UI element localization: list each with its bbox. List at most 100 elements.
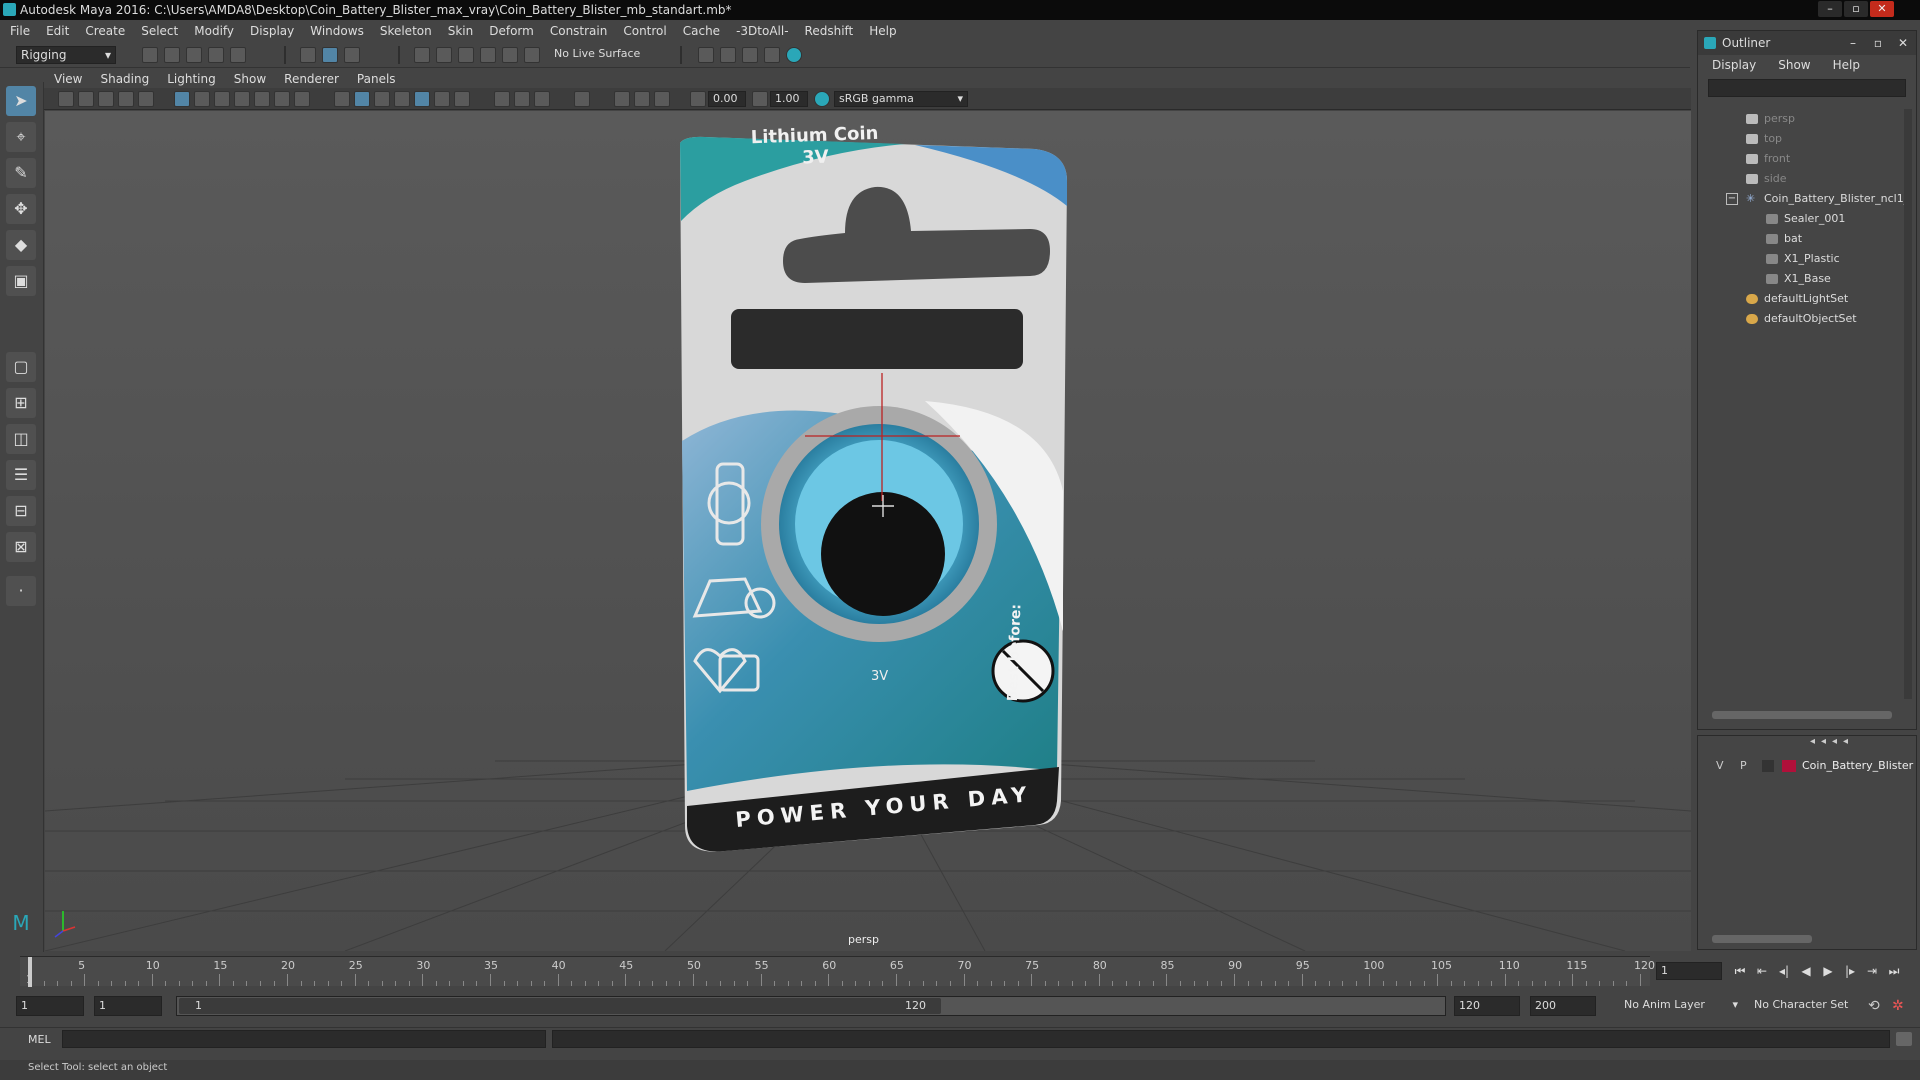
frame-all-icon[interactable] [614,91,630,107]
mode-selector[interactable]: Rigging ▾ [16,46,116,64]
textured-icon[interactable] [414,91,430,107]
perspective-viewport[interactable]: Lithium Coin 3V 3V Best before: POWER YO… [45,111,1691,951]
outliner-layout-icon[interactable]: ☰ [6,460,36,490]
snap-surface-icon[interactable] [502,47,518,63]
grease-pencil-icon[interactable] [138,91,154,107]
color-space-dropdown[interactable]: sRGB gamma ▾ [834,91,968,107]
outliner-item-side[interactable]: side [1708,169,1903,189]
select-tool-icon[interactable]: ➤ [6,86,36,116]
select-by-hierarchy-icon[interactable] [300,47,316,63]
xray-joints-icon[interactable] [514,91,530,107]
command-input[interactable] [62,1030,546,1048]
gamma-icon[interactable] [752,91,768,107]
outliner-item-front[interactable]: front [1708,149,1903,169]
single-perspective-layout-icon[interactable]: ▢ [6,352,36,382]
open-scene-icon[interactable] [164,47,180,63]
script-editor-icon[interactable] [1896,1032,1912,1046]
hypershade-icon[interactable] [764,47,780,63]
undo-icon[interactable] [208,47,224,63]
resolution-gate-icon[interactable] [214,91,230,107]
menu-3dtoall[interactable]: -3DtoAll- [736,24,788,38]
frame-selected-icon[interactable] [634,91,650,107]
end-time-field[interactable]: 200 [1530,996,1596,1016]
outliner-menu-show[interactable]: Show [1778,58,1810,72]
snap-view-plane-icon[interactable] [480,47,496,63]
viewport-menu-shading[interactable]: Shading [100,72,149,86]
menu-select[interactable]: Select [141,24,178,38]
viewport-menu-show[interactable]: Show [234,72,266,86]
xray-components-icon[interactable] [534,91,550,107]
outliner-item-top[interactable]: top [1708,129,1903,149]
outliner-maximize-button[interactable]: ▫ [1874,31,1882,55]
wireframe-on-shaded-icon[interactable] [394,91,410,107]
scale-tool-icon[interactable]: ▣ [6,266,36,296]
lasso-tool-icon[interactable]: ⌖ [6,122,36,152]
menu-modify[interactable]: Modify [194,24,234,38]
character-set-dropdown[interactable]: No Character Set [1750,996,1864,1016]
minimize-button[interactable]: – [1818,1,1842,17]
graph-layout-icon[interactable]: ⊟ [6,496,36,526]
go-to-start-icon[interactable]: ⏮ [1730,962,1750,980]
gamma-field[interactable]: 1.00 [770,91,808,107]
outliner-horizontal-scrollbar[interactable] [1712,711,1892,719]
play-backward-icon[interactable]: ◀ [1796,962,1816,980]
color-management-icon[interactable] [814,91,830,107]
isolate-select-icon[interactable] [574,91,590,107]
anim-layer-dropdown[interactable]: No Anim Layer ▾ [1620,996,1738,1016]
redo-icon[interactable] [230,47,246,63]
menu-redshift[interactable]: Redshift [805,24,854,38]
wireframe-icon[interactable] [334,91,350,107]
outliner-minimize-button[interactable]: – [1850,31,1856,55]
viewport-menu-view[interactable]: View [54,72,82,86]
bookmark-icon[interactable] [98,91,114,107]
save-scene-icon[interactable] [186,47,202,63]
menu-file[interactable]: File [10,24,30,38]
film-gate-icon[interactable] [194,91,210,107]
four-view-layout-icon[interactable]: ⊞ [6,388,36,418]
render-frame-icon[interactable] [698,47,714,63]
outliner-item-sealer[interactable]: Sealer_001 [1708,209,1903,229]
outliner-item-group[interactable]: − ✳ Coin_Battery_Blister_ncl1_ [1708,189,1909,209]
layer-playback-toggle[interactable]: P [1740,756,1747,776]
menu-control[interactable]: Control [623,24,666,38]
redshift-icon[interactable] [786,47,802,63]
lighting-icon[interactable] [374,91,390,107]
layer-horizontal-scrollbar[interactable] [1712,935,1812,943]
gate-mask-icon[interactable] [234,91,250,107]
menu-windows[interactable]: Windows [310,24,364,38]
outliner-item-bat[interactable]: bat [1708,229,1903,249]
menu-edit[interactable]: Edit [46,24,69,38]
layer-visibility-toggle[interactable]: V [1716,756,1724,776]
outliner-item-object-set[interactable]: defaultObjectSet [1708,309,1903,329]
select-by-object-icon[interactable] [322,47,338,63]
step-forward-frame-icon[interactable]: |▸ [1840,962,1860,980]
hud-icon[interactable] [654,91,670,107]
snap-point-icon[interactable] [458,47,474,63]
render-settings-icon[interactable] [742,47,758,63]
maximize-button[interactable]: ▫ [1844,1,1868,17]
collapse-icon[interactable]: − [1726,193,1738,205]
outliner-menu-display[interactable]: Display [1712,58,1756,72]
shadows-icon[interactable] [454,91,470,107]
use-all-lights-icon[interactable] [434,91,450,107]
range-slider[interactable]: 1 120 [176,996,1446,1016]
smooth-shade-icon[interactable] [354,91,370,107]
outliner-search-input[interactable] [1708,79,1906,97]
new-scene-icon[interactable] [142,47,158,63]
exposure-field[interactable]: 0.00 [708,91,746,107]
menu-constrain[interactable]: Constrain [550,24,608,38]
menu-cache[interactable]: Cache [683,24,720,38]
camera-attributes-icon[interactable] [78,91,94,107]
menu-create[interactable]: Create [85,24,125,38]
outliner-item-persp[interactable]: persp [1708,109,1903,129]
playback-start-field[interactable]: 1 [94,996,162,1016]
layout-expand-icon[interactable]: · [6,576,36,606]
step-back-key-icon[interactable]: ⇤ [1752,962,1772,980]
animation-prefs-icon[interactable]: ✲ [1892,998,1904,1014]
menu-deform[interactable]: Deform [489,24,534,38]
outliner-menu-help[interactable]: Help [1833,58,1860,72]
command-language-label[interactable]: MEL [28,1033,51,1046]
start-time-field[interactable]: 1 [16,996,84,1016]
image-plane-icon[interactable] [118,91,134,107]
viewport-menu-lighting[interactable]: Lighting [167,72,216,86]
